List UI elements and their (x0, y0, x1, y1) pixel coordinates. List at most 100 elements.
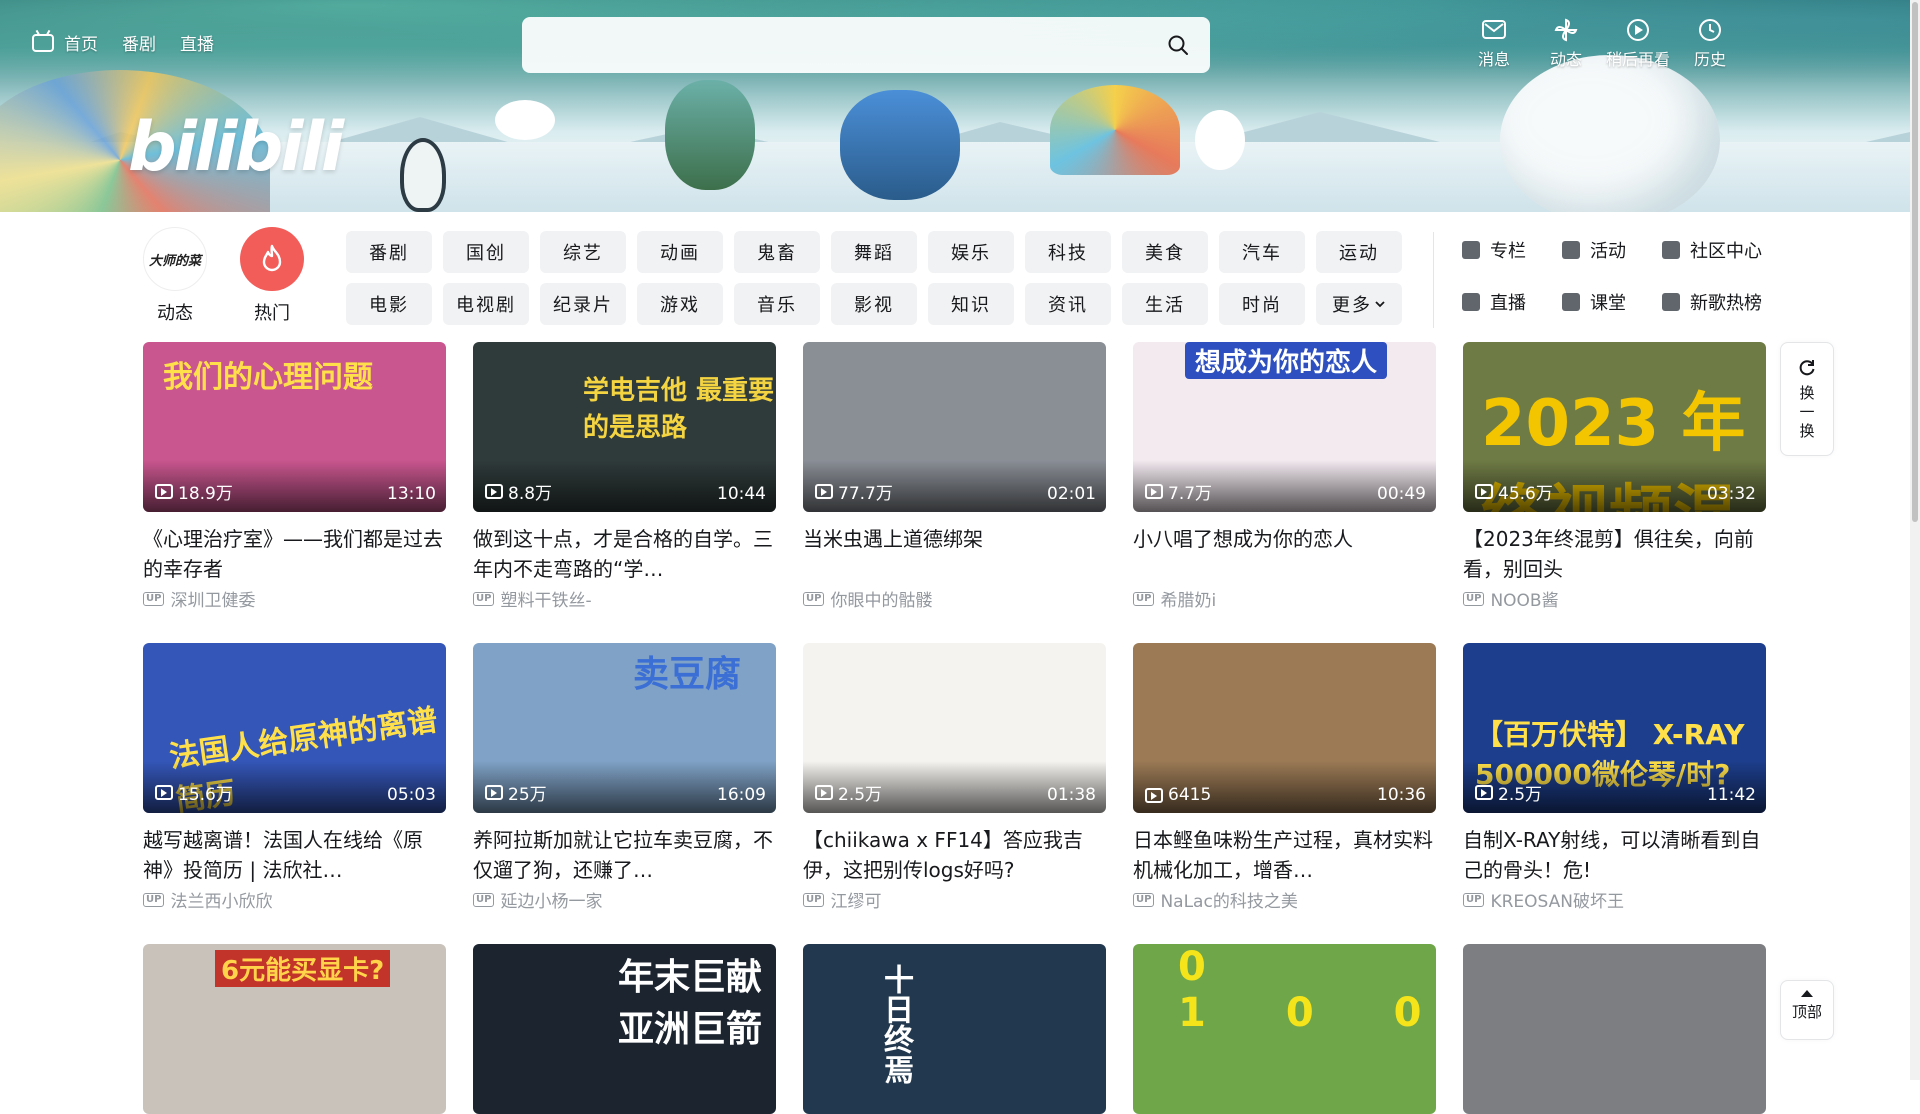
video-owner[interactable]: UP 希腊奶i (1133, 586, 1436, 611)
category-chip[interactable]: 纪录片 (540, 283, 626, 325)
video-owner[interactable]: UP NaLac的科技之美 (1133, 887, 1436, 912)
video-title[interactable]: 养阿拉斯加就让它拉车卖豆腐，不仅遛了狗，还赚了… (473, 825, 776, 885)
category-chip[interactable]: 运动 (1316, 231, 1402, 273)
side-link-activity[interactable]: 活动 (1562, 234, 1662, 266)
view-count: 25万 (485, 780, 547, 805)
category-chip[interactable]: 科技 (1025, 231, 1111, 273)
video-card[interactable]: 77.7万 02:01 当米虫遇上道德绑架 UP 你眼中的骷髅 (803, 342, 1106, 643)
category-chip[interactable]: 游戏 (637, 283, 723, 325)
video-title[interactable]: 《心理治疗室》——我们都是过去的幸存者 (143, 524, 446, 584)
category-chip[interactable]: 知识 (928, 283, 1014, 325)
video-thumbnail[interactable]: 【百万伏特】 X-RAY 500000微伦琴/时? 2.5万 11:42 (1463, 643, 1766, 813)
video-title[interactable]: 小八唱了想成为你的恋人 (1133, 524, 1436, 584)
category-chip[interactable]: 电影 (346, 283, 432, 325)
category-chip[interactable]: 汽车 (1219, 231, 1305, 273)
category-chip[interactable]: 舞蹈 (831, 231, 917, 273)
video-thumbnail[interactable]: 法国人给原神的离谱简历 15.6万 05:03 (143, 643, 446, 813)
scrollbar[interactable] (1910, 0, 1920, 1080)
video-card[interactable]: 我们的心理问题 18.9万 13:10 《心理治疗室》——我们都是过去的幸存者 … (143, 342, 446, 643)
video-card[interactable] (1463, 944, 1766, 1114)
video-thumbnail[interactable]: 2023 年终视频混剪 45.6万 03:32 (1463, 342, 1766, 512)
category-chip[interactable]: 影视 (831, 283, 917, 325)
category-chip[interactable]: 娱乐 (928, 231, 1014, 273)
video-thumbnail[interactable]: 学电吉他 最重要的是思路 8.8万 10:44 (473, 342, 776, 512)
video-owner[interactable]: UP 塑料干铁丝- (473, 586, 776, 611)
refresh-button[interactable]: 换一换 (1780, 342, 1834, 456)
play-count-icon (155, 785, 173, 800)
video-thumbnail[interactable]: 0 100 (1133, 944, 1436, 1114)
search-button[interactable] (1162, 29, 1194, 61)
play-count-icon (1475, 785, 1493, 800)
nav-live[interactable]: 直播 (180, 30, 214, 55)
category-chip[interactable]: 时尚 (1219, 283, 1305, 325)
category-chip[interactable]: 动画 (637, 231, 723, 273)
video-card[interactable]: 年末巨献 亚洲巨箭 (473, 944, 776, 1114)
category-chip[interactable]: 电视剧 (443, 283, 529, 325)
video-title[interactable]: 做到这十点，才是合格的自学。三年内不走弯路的“学… (473, 524, 776, 584)
search-input[interactable] (538, 36, 1162, 54)
video-owner[interactable]: UP 江缪可 (803, 887, 1106, 912)
video-card[interactable]: 想成为你的恋人 7.7万 00:49 小八唱了想成为你的恋人 UP 希腊奶i (1133, 342, 1436, 643)
video-title[interactable]: 自制X-RAY射线，可以清晰看到自己的骨头！危! (1463, 825, 1766, 885)
nav-dynamic[interactable]: 动态 (1532, 18, 1600, 70)
side-link-music-chart[interactable]: 新歌热榜 (1662, 286, 1802, 318)
video-owner[interactable]: UP NOOB酱 (1463, 586, 1766, 611)
video-thumbnail[interactable]: 6415 10:36 (1133, 643, 1436, 813)
category-chip[interactable]: 资讯 (1025, 283, 1111, 325)
video-card[interactable]: 0 100 (1133, 944, 1436, 1114)
category-chip[interactable]: 美食 (1122, 231, 1208, 273)
video-title[interactable]: 日本鲣鱼味粉生产过程，真材实料机械化加工，增香… (1133, 825, 1436, 885)
search-icon (1168, 35, 1188, 55)
bilibili-logo[interactable]: bilibili (128, 108, 344, 187)
nav-watch-later[interactable]: 稍后再看 (1604, 18, 1672, 70)
video-owner[interactable]: UP 深圳卫健委 (143, 586, 446, 611)
nav-messages[interactable]: 消息 (1460, 18, 1528, 70)
video-owner[interactable]: UP 你眼中的骷髅 (803, 586, 1106, 611)
nav-home[interactable]: 首页 (64, 30, 98, 55)
category-chip[interactable]: 番剧 (346, 231, 432, 273)
video-thumbnail[interactable]: 十日终焉 (803, 944, 1106, 1114)
video-thumbnail[interactable]: 6元能买显卡? (143, 944, 446, 1114)
video-title[interactable]: 越写越离谱！法国人在线给《原神》投简历 | 法欣社… (143, 825, 446, 885)
side-link-live[interactable]: 直播 (1462, 286, 1562, 318)
video-title[interactable]: 【chiikawa x FF14】答应我吉伊，这把别传logs好吗? (803, 825, 1106, 885)
video-title[interactable]: 【2023年终混剪】俱往矣，向前看，别回头 (1463, 524, 1766, 584)
video-thumbnail[interactable] (1463, 944, 1766, 1114)
video-card[interactable]: 卖豆腐 25万 16:09 养阿拉斯加就让它拉车卖豆腐，不仅遛了狗，还赚了… U… (473, 643, 776, 944)
play-count-icon (485, 785, 503, 800)
video-thumbnail[interactable]: 2.5万 01:38 (803, 643, 1106, 813)
video-thumbnail[interactable]: 我们的心理问题 18.9万 13:10 (143, 342, 446, 512)
video-thumbnail[interactable]: 年末巨献 亚洲巨箭 (473, 944, 776, 1114)
side-link-community[interactable]: 社区中心 (1662, 234, 1802, 266)
category-chip[interactable]: 国创 (443, 231, 529, 273)
video-thumbnail[interactable]: 77.7万 02:01 (803, 342, 1106, 512)
video-card[interactable]: 6415 10:36 日本鲣鱼味粉生产过程，真材实料机械化加工，增香… UP Na… (1133, 643, 1436, 944)
video-card[interactable]: 法国人给原神的离谱简历 15.6万 05:03 越写越离谱！法国人在线给《原神》… (143, 643, 446, 944)
dynamic-entry[interactable]: 大师的菜 动态 (140, 227, 210, 325)
hot-entry[interactable]: 热门 (237, 227, 307, 325)
back-to-top-button[interactable]: 顶部 (1780, 980, 1834, 1040)
scrollbar-thumb[interactable] (1912, 2, 1918, 522)
category-chip[interactable]: 音乐 (734, 283, 820, 325)
video-card[interactable]: 2023 年终视频混剪 45.6万 03:32 【2023年终混剪】俱往矣，向前… (1463, 342, 1766, 643)
side-link-classroom[interactable]: 课堂 (1562, 286, 1662, 318)
more-categories-button[interactable]: 更多 (1316, 283, 1402, 325)
video-card[interactable]: 6元能买显卡? (143, 944, 446, 1114)
category-chip[interactable]: 综艺 (540, 231, 626, 273)
video-card[interactable]: 2.5万 01:38 【chiikawa x FF14】答应我吉伊，这把别传lo… (803, 643, 1106, 944)
video-owner[interactable]: UP 法兰西小欣欣 (143, 887, 446, 912)
video-owner[interactable]: UP KREOSAN破坏王 (1463, 887, 1766, 912)
nav-history[interactable]: 历史 (1676, 18, 1744, 70)
side-link-column[interactable]: 专栏 (1462, 234, 1562, 266)
video-thumbnail[interactable]: 卖豆腐 25万 16:09 (473, 643, 776, 813)
video-thumbnail[interactable]: 想成为你的恋人 7.7万 00:49 (1133, 342, 1436, 512)
nav-bangumi[interactable]: 番剧 (122, 30, 156, 55)
category-chip[interactable]: 生活 (1122, 283, 1208, 325)
video-title[interactable]: 当米虫遇上道德绑架 (803, 524, 1106, 584)
video-card[interactable]: 十日终焉 (803, 944, 1106, 1114)
video-card[interactable]: 【百万伏特】 X-RAY 500000微伦琴/时? 2.5万 11:42 自制X… (1463, 643, 1766, 944)
owner-name: 塑料干铁丝- (500, 591, 592, 611)
video-owner[interactable]: UP 延边小杨一家 (473, 887, 776, 912)
video-card[interactable]: 学电吉他 最重要的是思路 8.8万 10:44 做到这十点，才是合格的自学。三年… (473, 342, 776, 643)
category-chip[interactable]: 鬼畜 (734, 231, 820, 273)
